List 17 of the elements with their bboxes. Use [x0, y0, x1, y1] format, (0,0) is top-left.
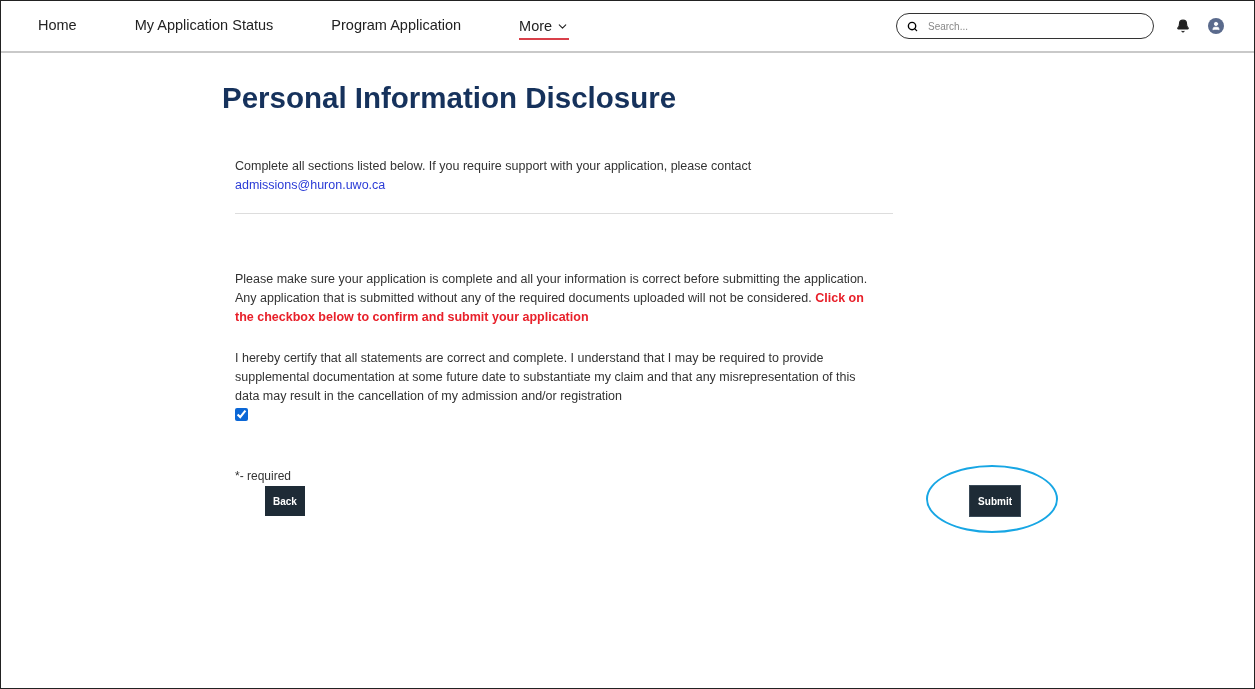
- certification-text: I hereby certify that all statements are correct and complete. I understand that I may be required to provide supplemental documentation at some future date to substantiate my claim and that any misrepresentation of this data may result in the cancellation of my admission and/or registration: [235, 350, 857, 405]
- submit-button[interactable]: Submit: [970, 486, 1020, 516]
- page-title: Personal Information Disclosure: [222, 81, 678, 115]
- email-link[interactable]: admissions@huron.uwo.ca: [235, 178, 386, 192]
- search-icon: [907, 20, 918, 32]
- bell-icon[interactable]: [1176, 19, 1190, 33]
- notice-text: Please make sure your application is complete and all your information is correct before submitting the application. Any application that is submitted without any of the required documents uploaded will not be considered. Click on the checkbox below to confirm and submit your application: [235, 271, 869, 326]
- search-input[interactable]: Search...: [926, 19, 1130, 33]
- nav-link[interactable]: Program Application: [331, 12, 462, 40]
- back-button[interactable]: Back: [265, 486, 305, 516]
- avatar-icon[interactable]: [1208, 18, 1224, 34]
- intro-text: Complete all sections listed below. If you require support with your application, please contact admissions@huron.uwo.ca: [235, 158, 753, 194]
- nav-link[interactable]: More: [519, 12, 570, 40]
- certify-checkbox[interactable]: [235, 408, 248, 421]
- nav-link[interactable]: My Application Status: [134, 12, 274, 40]
- nav-link[interactable]: Home: [38, 12, 77, 40]
- required-note: *- required: [235, 468, 293, 485]
